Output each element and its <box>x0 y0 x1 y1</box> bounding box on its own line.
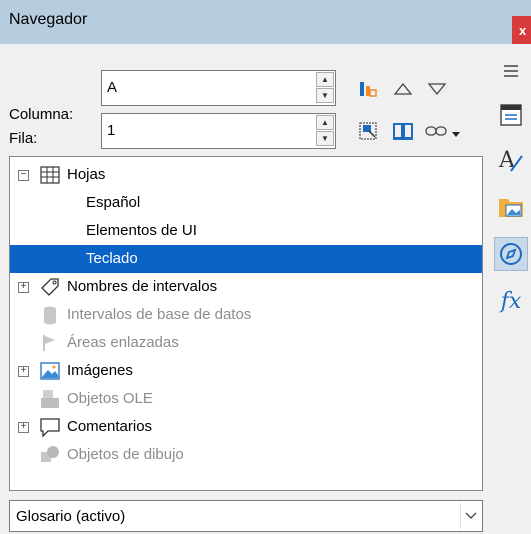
row-spin-down[interactable]: ▼ <box>316 131 334 146</box>
drawing-objects-icon <box>41 446 59 462</box>
book-icon[interactable] <box>390 118 416 144</box>
tree-item-nombres-intervalos[interactable]: + Nombres de intervalos <box>10 273 482 301</box>
ole-object-icon <box>41 390 59 408</box>
sheets-grid-icon <box>40 166 60 184</box>
link-icon[interactable] <box>423 118 449 144</box>
properties-icon[interactable] <box>494 98 528 132</box>
document-select[interactable]: Glosario (activo) <box>9 500 483 532</box>
drag-mode-icon[interactable] <box>355 118 381 144</box>
tree-item-objetos-ole[interactable]: Objetos OLE <box>10 385 482 413</box>
functions-icon[interactable]: fx <box>494 284 528 318</box>
expand-icon[interactable]: + <box>18 366 29 377</box>
column-spin-down[interactable]: ▼ <box>316 88 334 103</box>
sidebar-deck: A fx <box>490 44 531 534</box>
tree-item-areas-enlazadas[interactable]: Áreas enlazadas <box>10 329 482 357</box>
navigator-icon[interactable] <box>494 237 528 271</box>
down-arrow-icon[interactable] <box>424 76 450 102</box>
image-icon <box>40 362 60 380</box>
comment-icon <box>40 418 60 438</box>
tree-item-objetos-dibujo[interactable]: Objetos de dibujo <box>10 441 482 469</box>
expand-icon[interactable]: + <box>18 422 29 433</box>
row-input[interactable]: 1 ▲ ▼ <box>101 113 336 149</box>
styles-icon[interactable]: A <box>494 144 528 178</box>
flag-icon <box>43 335 55 351</box>
menu-icon[interactable] <box>494 54 528 88</box>
tree-item-imagenes[interactable]: + Imágenes <box>10 357 482 385</box>
collapse-icon[interactable]: − <box>18 170 29 181</box>
column-label: Columna: <box>9 106 74 123</box>
up-arrow-icon[interactable] <box>390 76 416 102</box>
gallery-icon[interactable] <box>494 190 528 224</box>
navigator-tree[interactable]: − Hojas Español Elementos de UI Teclado … <box>9 156 483 491</box>
tree-item-comentarios[interactable]: + Comentarios <box>10 413 482 441</box>
row-label: Fila: <box>9 130 38 147</box>
column-spin-up[interactable]: ▲ <box>316 72 334 87</box>
window-title: Navegador <box>9 11 88 28</box>
chevron-down-icon[interactable] <box>449 124 463 144</box>
content-view-icon[interactable] <box>355 76 381 102</box>
tree-item-teclado[interactable]: Teclado <box>10 245 482 273</box>
database-icon <box>44 306 56 325</box>
column-input[interactable]: A ▲ ▼ <box>101 70 336 106</box>
tree-item-espanol[interactable]: Español <box>10 189 482 217</box>
tag-icon <box>41 278 59 296</box>
tree-item-hojas[interactable]: − Hojas <box>10 161 482 189</box>
tree-item-elementos[interactable]: Elementos de UI <box>10 217 482 245</box>
chevron-down-icon[interactable] <box>460 503 480 529</box>
title-bar: Navegador <box>0 0 531 44</box>
expand-icon[interactable]: + <box>18 282 29 293</box>
tree-item-intervalos-bd[interactable]: Intervalos de base de datos <box>10 301 482 329</box>
row-spin-up[interactable]: ▲ <box>316 115 334 130</box>
